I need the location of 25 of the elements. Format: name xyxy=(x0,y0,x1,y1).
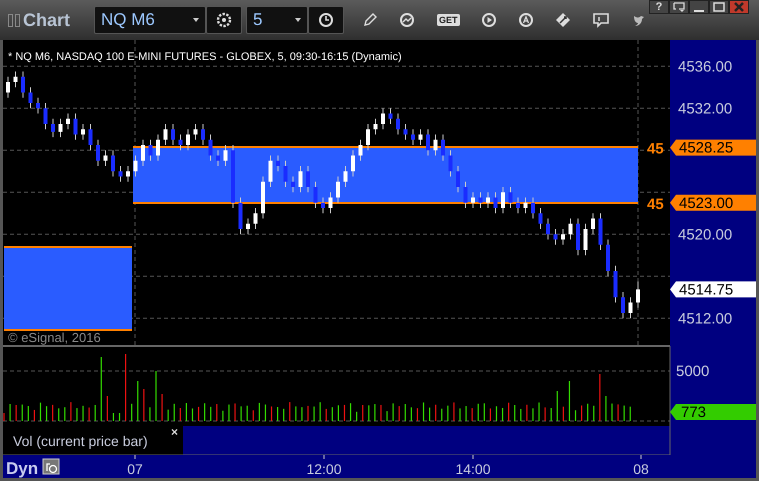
time-axis-label: 07 xyxy=(127,461,143,477)
price-axis-label: 4520.00 xyxy=(678,226,732,244)
price-tag-label: 4514.75 xyxy=(679,281,734,298)
price-axis-label: 4532.00 xyxy=(678,100,732,118)
price-tag-label: 4523.00 xyxy=(679,194,734,212)
copyright-text: © eSignal, 2016 xyxy=(8,330,101,345)
legend-label: Vol (current price bar) xyxy=(13,433,148,449)
window-title: Chart xyxy=(23,10,70,30)
time-mode-label: Dyn xyxy=(6,459,38,478)
time-axis-label: 12:00 xyxy=(306,461,342,477)
price-axis-label: 4536.00 xyxy=(678,58,732,76)
get-data-button[interactable]: GET xyxy=(437,14,460,26)
volume-tag-label: 773 xyxy=(681,404,706,421)
volume-axis-label: 5000 xyxy=(676,363,710,380)
price-tag-label: 4528.25 xyxy=(679,140,734,157)
price-label: 45 xyxy=(647,140,664,158)
price-axis-label: 4512.00 xyxy=(678,310,732,328)
help-button[interactable]: ? xyxy=(649,0,669,14)
close-legend-button[interactable]: × xyxy=(171,425,178,439)
interval-dropdown[interactable]: 5 xyxy=(246,6,308,34)
time-axis-label: 14:00 xyxy=(455,461,491,477)
chart-header: * NQ M6, NASDAQ 100 E-MINI FUTURES - GLOBEX, 5, 09:30-16:15 (Dynamic) xyxy=(8,51,402,63)
price-label: 45 xyxy=(647,196,664,213)
time-axis-label: 08 xyxy=(633,461,649,477)
symbol-dropdown[interactable]: NQ M6 xyxy=(94,6,206,34)
